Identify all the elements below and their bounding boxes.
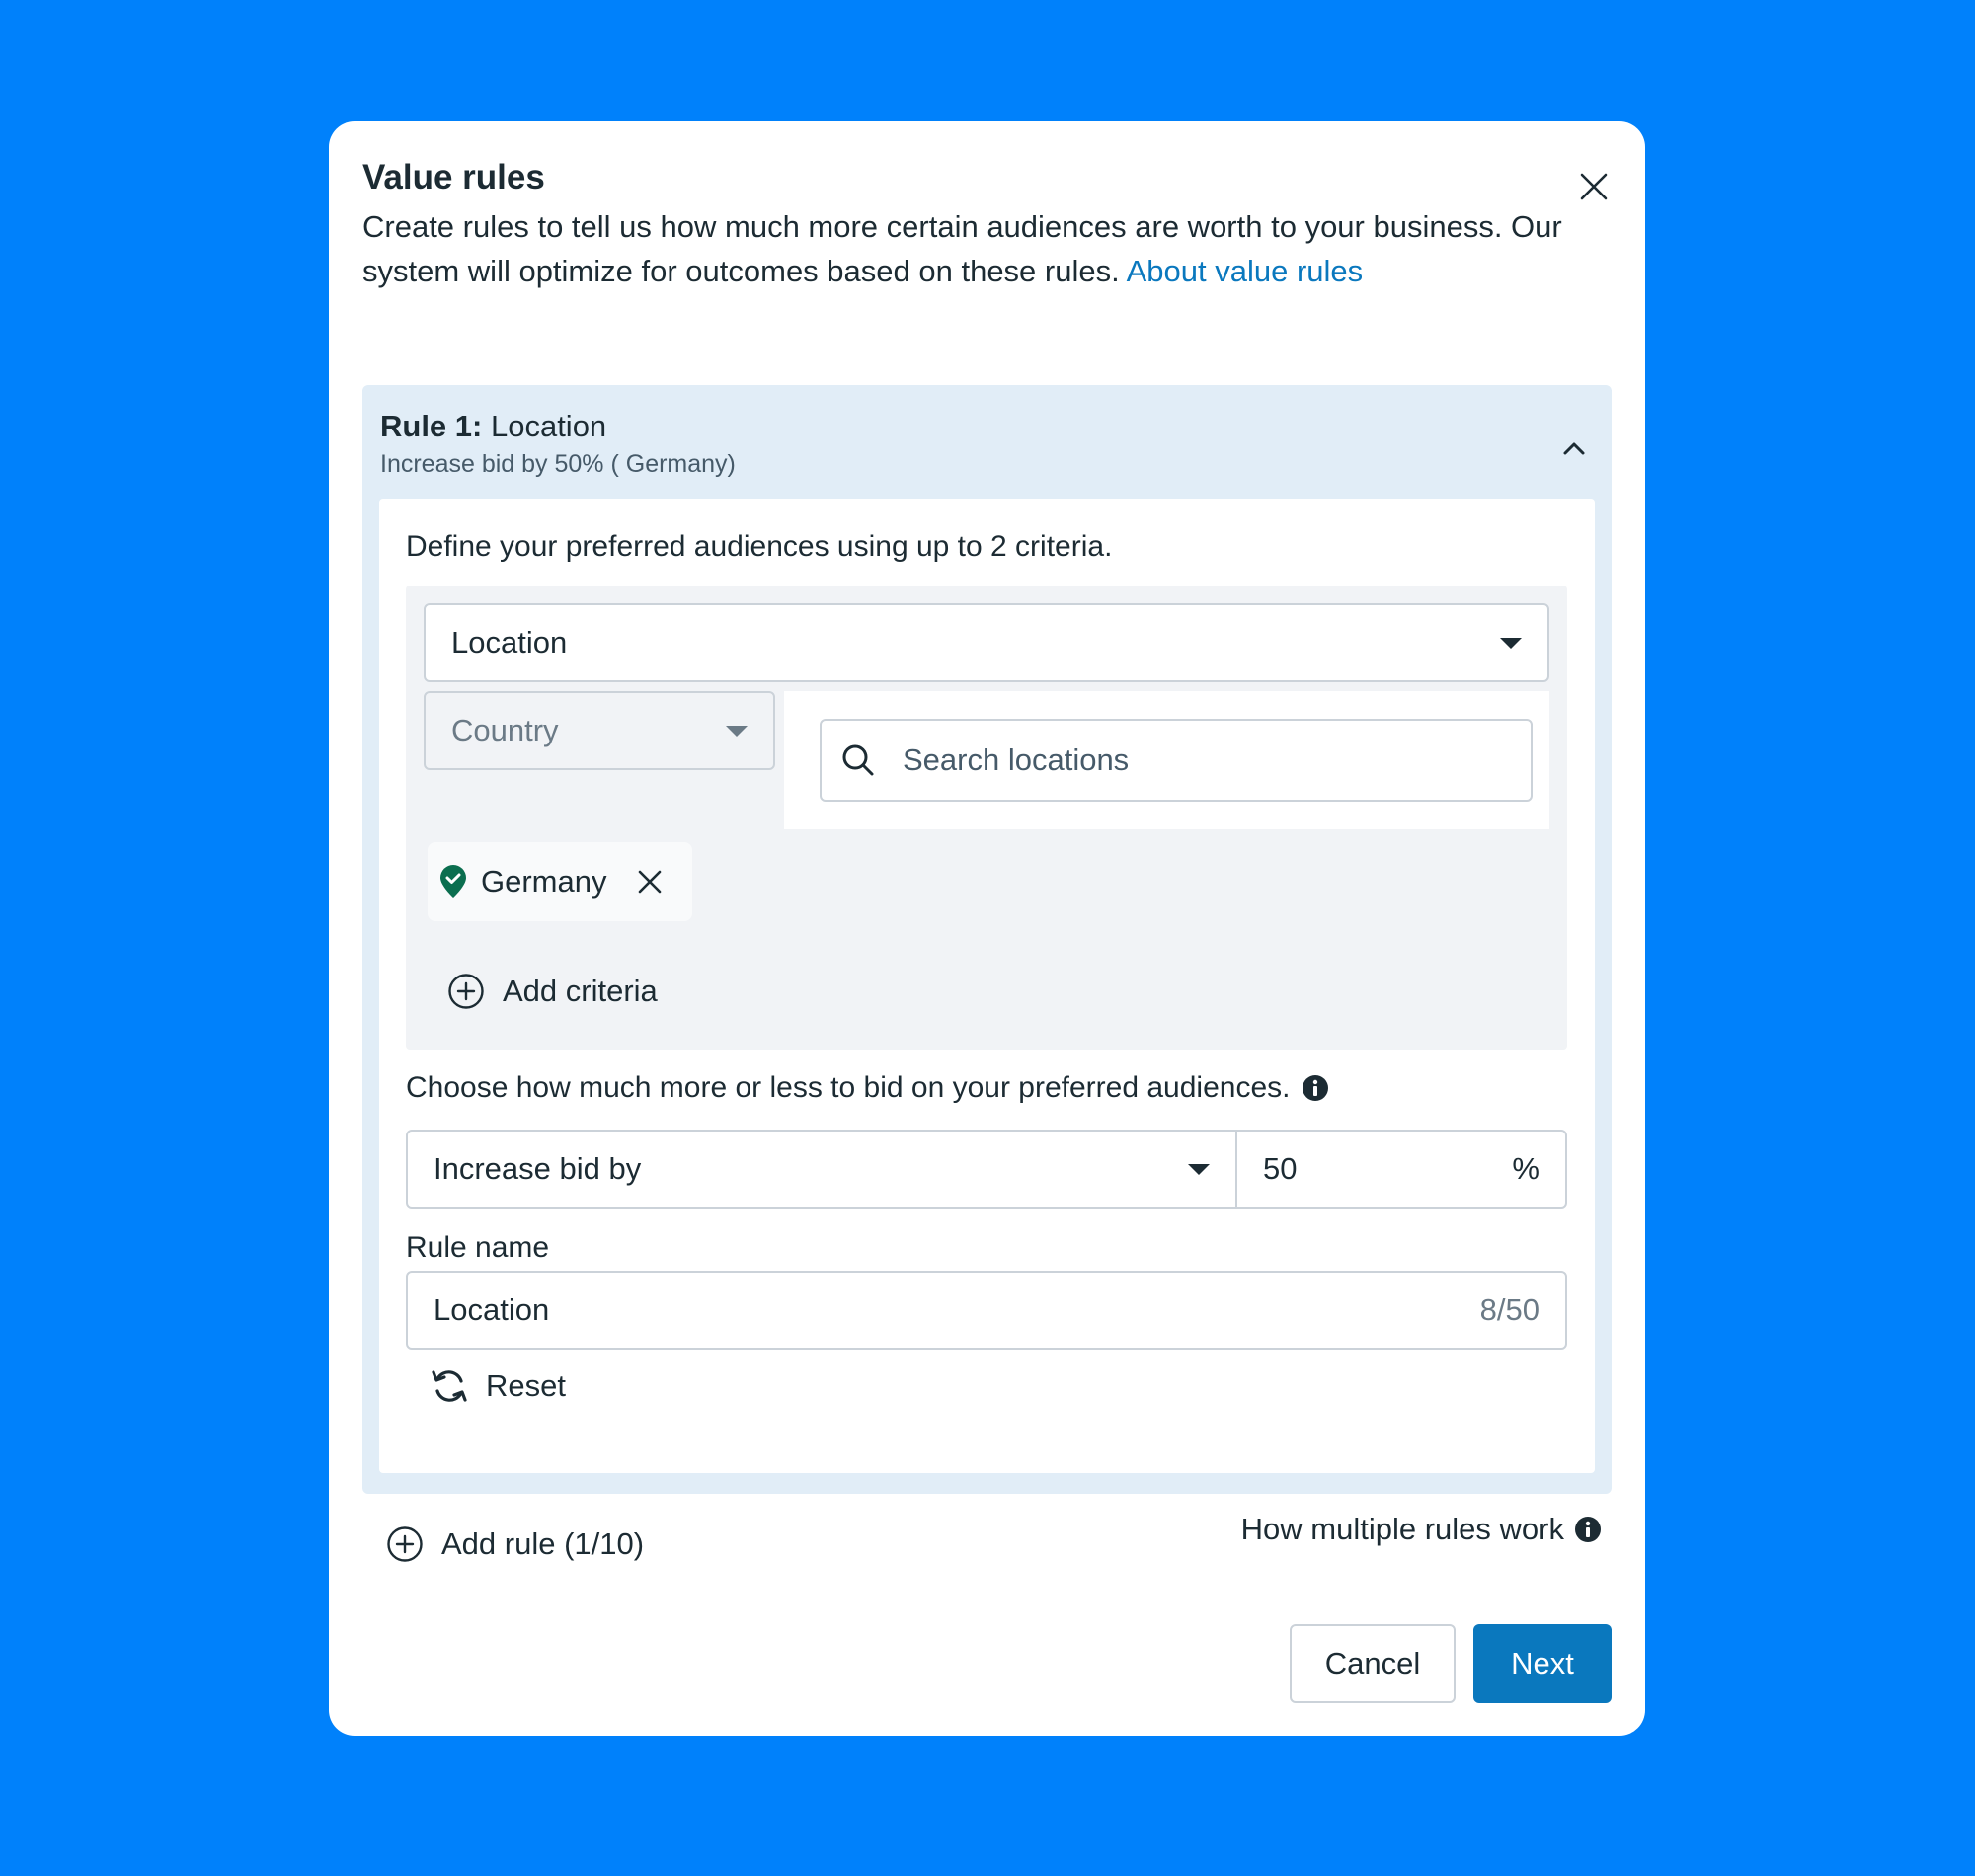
rule-name-label: Rule name [406,1231,550,1264]
info-icon[interactable] [1302,1074,1329,1102]
criteria-type-value: Location [451,625,568,660]
next-button[interactable]: Next [1473,1624,1612,1703]
caret-down-icon [726,725,748,737]
selected-location-chip: Germany [428,842,692,921]
rule-title: Rule 1: Location [380,407,606,446]
character-count: 8/50 [1479,1292,1540,1327]
bid-adjust-text: Choose how much more or less to bid on y… [406,1071,1291,1104]
percent-unit: % [1512,1151,1540,1186]
rule-name-input[interactable]: Location 8/50 [406,1271,1567,1350]
add-criteria-label: Add criteria [503,974,658,1008]
search-panel [784,691,1549,829]
rule-title-name: Location [482,409,607,443]
bid-direction-select[interactable]: Increase bid by [408,1132,1237,1207]
description-text: Create rules to tell us how much more ce… [362,209,1562,288]
location-level-value: Country [451,713,559,747]
criteria-type-select[interactable]: Location [424,603,1549,682]
chevron-up-icon [1563,442,1585,455]
value-rules-modal: Value rules Create rules to tell us how … [329,121,1645,1736]
rule-1-panel: Rule 1: Location Increase bid by 50% ( G… [362,385,1612,1494]
bid-direction-value: Increase bid by [434,1151,642,1186]
refresh-icon [432,1370,467,1402]
add-criteria-button[interactable]: Add criteria [447,973,658,1010]
info-icon [1575,1517,1601,1542]
modal-description: Create rules to tell us how much more ce… [362,204,1577,293]
about-value-rules-link[interactable]: About value rules [1127,254,1364,288]
location-level-select[interactable]: Country [424,691,775,770]
define-audiences-text: Define your preferred audiences using up… [406,530,1113,563]
rule-body: Define your preferred audiences using up… [379,499,1595,1473]
caret-down-icon [1188,1163,1210,1175]
search-locations-field[interactable] [820,719,1533,802]
how-multiple-rules-work-link[interactable]: How multiple rules work [1241,1512,1602,1547]
close-icon [639,870,662,894]
rule-number: Rule 1: [380,409,483,443]
rule-name-value: Location [434,1292,550,1327]
collapse-rule-button[interactable] [1554,429,1594,468]
add-rule-label: Add rule (1/10) [441,1526,645,1561]
criteria-box: Location Country Search locations German… [406,586,1567,1050]
rule-summary: Increase bid by 50% ( Germany) [380,450,736,478]
cancel-button[interactable]: Cancel [1290,1624,1456,1703]
location-pin-check-icon [440,865,466,898]
remove-location-button[interactable] [634,866,666,898]
search-locations-input[interactable] [901,742,1497,779]
caret-down-icon [1500,637,1522,649]
bid-adjustment-row: Increase bid by 50 % [406,1130,1567,1209]
chip-label: Germany [481,864,607,899]
bid-percentage-input[interactable]: 50 % [1237,1132,1565,1207]
reset-label: Reset [486,1368,566,1403]
how-multiple-rules-label: How multiple rules work [1240,1512,1564,1546]
bid-adjust-description: Choose how much more or less to bid on y… [406,1071,1329,1105]
bid-percentage-value: 50 [1263,1151,1298,1186]
reset-button[interactable]: Reset [431,1368,566,1405]
search-icon [842,744,874,776]
add-rule-button[interactable]: Add rule (1/10) [386,1525,644,1563]
modal-title: Value rules [362,158,545,196]
plus-circle-icon [448,974,484,1009]
close-icon [1580,173,1608,200]
plus-circle-icon [387,1526,423,1562]
